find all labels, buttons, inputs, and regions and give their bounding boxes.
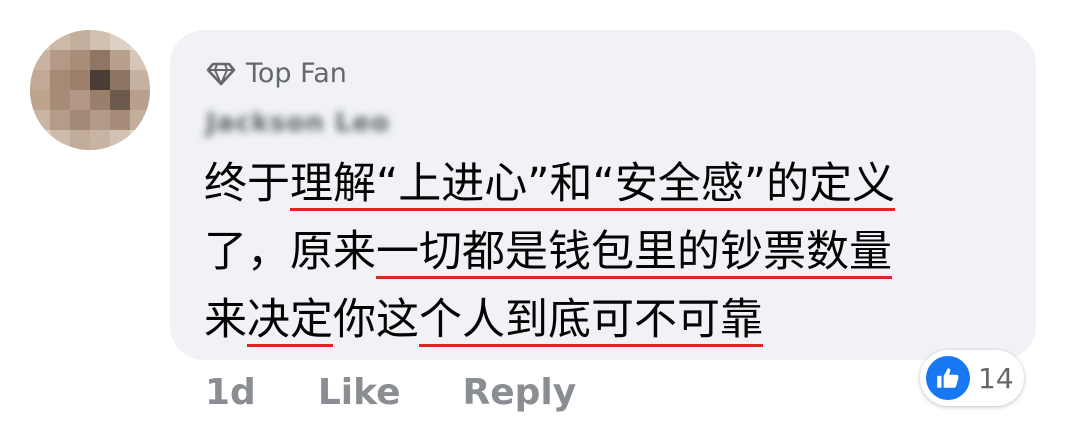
timestamp[interactable]: 1d <box>205 372 256 413</box>
underlined-segment: 理解“上进心”和“安全感”的定义 <box>290 159 896 209</box>
text-segment: 你这 <box>333 295 419 345</box>
underlined-segment: 决定 <box>247 295 333 345</box>
comment-line: 终于理解“上进心”和“安全感”的定义 <box>204 150 1004 218</box>
reaction-summary[interactable]: 14 <box>920 350 1024 406</box>
diamond-icon <box>206 62 236 85</box>
reaction-count: 14 <box>978 361 1014 395</box>
avatar[interactable] <box>30 30 150 150</box>
comment-text: 终于理解“上进心”和“安全感”的定义 了，原来一切都是钱包里的钞票数量 来决定你… <box>204 150 1004 354</box>
comment-actions: 1d Like Reply <box>205 372 576 413</box>
comment-bubble[interactable]: Top Fan Jackson Leo 终于理解“上进心”和“安全感”的定义 了… <box>170 30 1036 360</box>
thumbs-up-icon <box>926 356 970 400</box>
like-button[interactable]: Like <box>318 372 401 413</box>
comment-line: 了，原来一切都是钱包里的钞票数量 <box>204 218 1004 286</box>
badge-label: Top Fan <box>246 58 347 89</box>
underlined-segment: 一切都是钱包里的钞票数量 <box>376 227 892 277</box>
comment-line: 来决定你这个人到底可不可靠 <box>204 286 1004 354</box>
author-name[interactable]: Jackson Leo <box>206 108 390 138</box>
reply-button[interactable]: Reply <box>463 372 577 413</box>
text-segment: 来 <box>204 295 247 345</box>
text-segment: 终于 <box>204 159 290 209</box>
top-fan-badge: Top Fan <box>206 58 347 89</box>
text-segment: 了，原来 <box>204 227 376 277</box>
underlined-segment: 个人到底可不可靠 <box>419 295 763 345</box>
